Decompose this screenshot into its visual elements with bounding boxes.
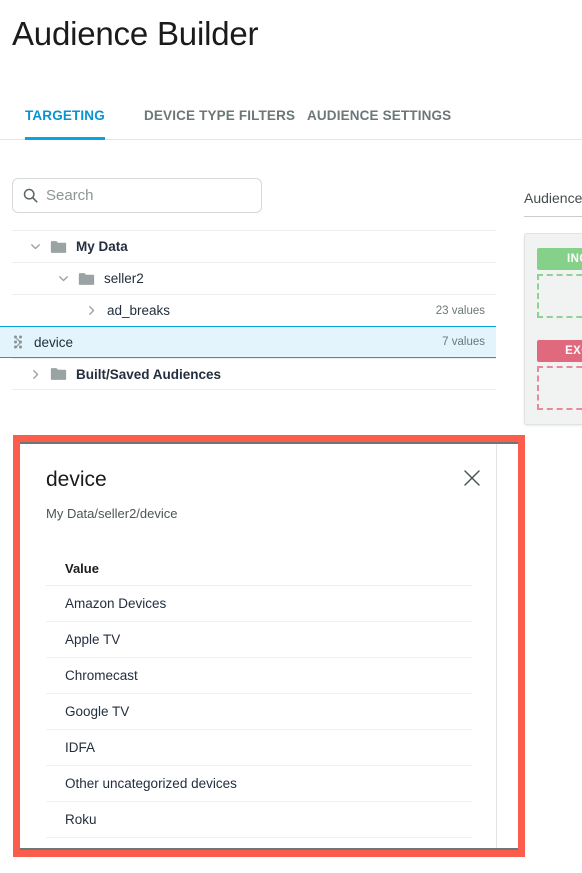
close-icon[interactable] [462,468,482,488]
detail-breadcrumb-path: My Data/seller2/device [46,506,178,521]
tree-row-label: device [34,334,74,350]
audience-panel-title: Audience [524,190,582,206]
tree-row[interactable]: ad_breaks 23 values [12,294,496,326]
folder-icon [78,272,95,285]
tree-row-value-count: 23 values [435,304,485,317]
value-row[interactable]: Apple TV [46,622,472,658]
tree-row-label: seller2 [104,271,144,286]
include-dropzone[interactable] [537,274,582,318]
value-row[interactable]: IDFA [46,730,472,766]
search-box[interactable] [12,178,262,213]
values-table: Value Amazon Devices Apple TV Chromecast Go… [46,552,472,838]
folder-icon [50,240,67,253]
values-list: Amazon Devices Apple TV Chromecast Google T… [46,586,472,838]
drag-handle-icon[interactable] [14,335,23,349]
page-title: Audience Builder [12,15,259,52]
chevron-down-icon[interactable] [29,240,42,253]
tree-row-label: ad_breaks [107,303,171,318]
tree-row-value-count: 7 values [442,336,485,348]
tab-audience-settings[interactable]: AUDIENCE SETTINGS [307,100,451,139]
audience-card: INCLUDE EXCLUDE [524,233,582,425]
tab-bar: TARGETING DEVICE TYPE FILTERS AUDIENCE S… [0,100,582,140]
value-row[interactable]: Google TV [46,694,472,730]
search-input[interactable] [46,187,251,204]
value-row[interactable]: Amazon Devices [46,586,472,622]
exclude-badge: EXCLUDE [537,340,582,362]
tab-device-type-filters[interactable]: DEVICE TYPE FILTERS [144,100,295,139]
detail-panel-divider [496,444,497,848]
tree-row-label: Built/Saved Audiences [76,366,222,382]
search-icon [23,188,38,203]
value-row[interactable]: Chromecast [46,658,472,694]
tree-row[interactable]: My Data [12,230,496,262]
include-badge: INCLUDE [537,248,582,270]
chevron-right-icon[interactable] [29,368,42,381]
chevron-down-icon[interactable] [57,272,70,285]
tree-row[interactable]: device 7 values [0,326,496,358]
folder-icon [50,368,67,380]
values-column-header: Value [46,552,472,586]
tree-row[interactable]: Built/Saved Audiences [12,358,496,390]
value-row[interactable]: Other uncategorized devices [46,766,472,802]
chevron-right-icon[interactable] [85,304,98,317]
audience-panel: Audience INCLUDE EXCLUDE [524,188,582,425]
value-detail-panel: device My Data/seller2/device Value Amaz… [20,442,518,850]
tab-targeting[interactable]: TARGETING [25,100,105,140]
value-row[interactable]: Roku [46,802,472,838]
tree-row[interactable]: seller2 [12,262,496,294]
audience-panel-divider [524,216,582,217]
audience-builder-page: Audience Builder TARGETING DEVICE TYPE F… [0,0,582,873]
exclude-dropzone[interactable] [537,366,582,410]
detail-title: device [46,468,107,491]
tree-row-label: My Data [76,239,128,254]
data-tree: My Data seller2 ad_breaks 23 values device 7 … [0,230,496,390]
